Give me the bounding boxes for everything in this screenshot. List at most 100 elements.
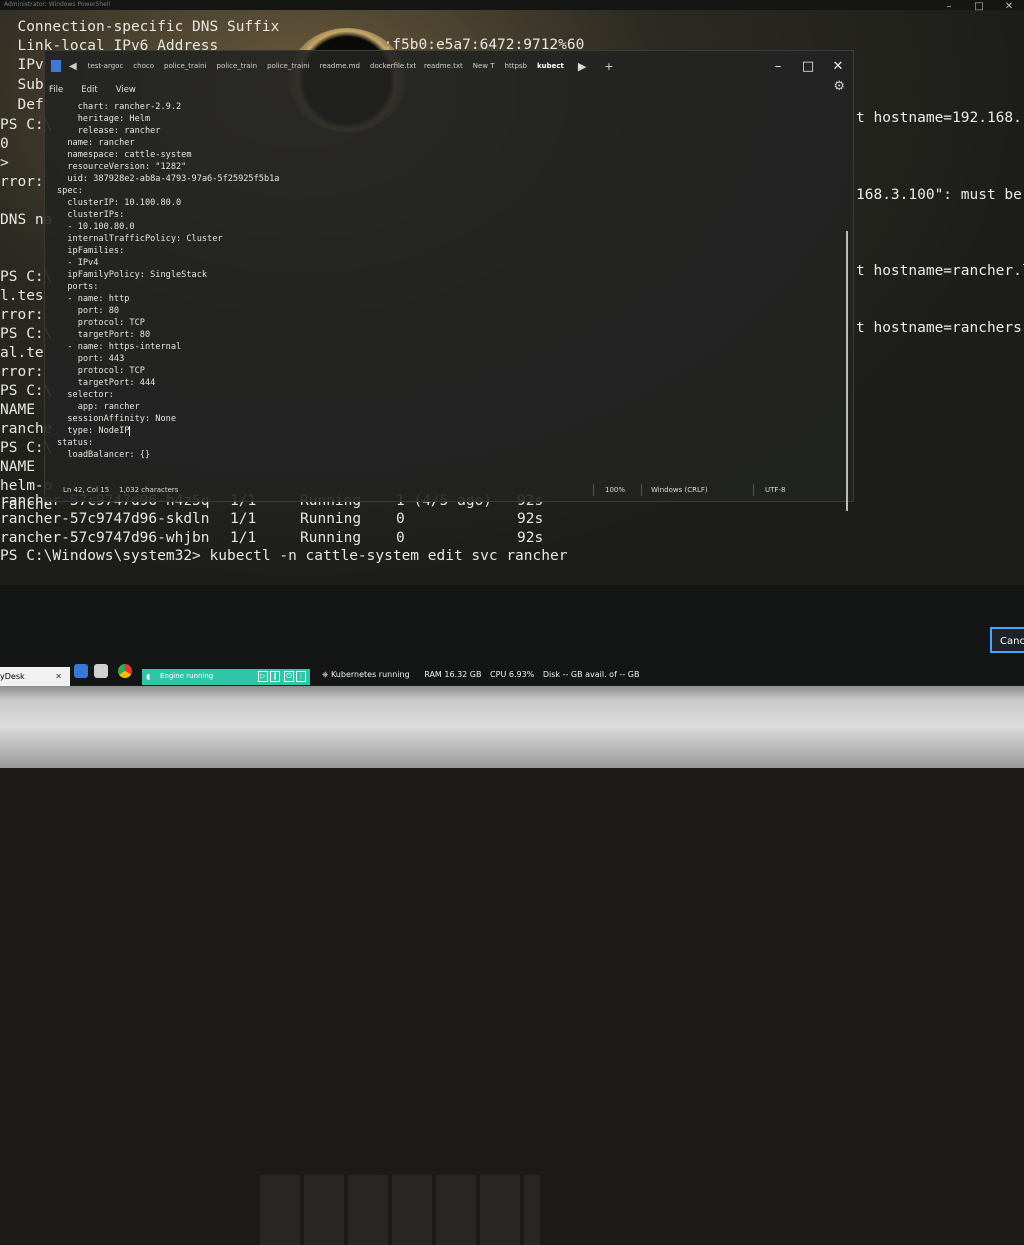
tab-police-training-2[interactable]: police_train	[212, 62, 263, 70]
code-line-cursor: type: NodeIP	[57, 425, 131, 437]
ps-right-line: t hostname=rancher.l	[856, 263, 1024, 279]
kubernetes-status-text: Kubernetes running	[330, 670, 410, 679]
status-divider	[641, 484, 642, 496]
cpu-usage: CPU 6.93%	[490, 670, 535, 679]
menu-view[interactable]: View	[116, 85, 136, 95]
ps-line: al.te	[0, 345, 44, 361]
ps-line: rror:	[0, 364, 44, 380]
pod-ready: 1/1	[230, 530, 257, 546]
ps-line: 0	[0, 136, 9, 152]
encoding[interactable]: UTF-8	[765, 486, 785, 494]
menu-file[interactable]: File	[49, 85, 63, 95]
pod-status: Running	[300, 511, 362, 527]
tab-readme-md[interactable]: readme.md	[315, 62, 365, 70]
tab-test-argoc[interactable]: test-argoc	[83, 62, 129, 70]
maximize-button[interactable]: □	[964, 0, 994, 14]
ps-right-line: t hostname=ranchers.	[856, 320, 1024, 336]
tab-bar: ◀ test-argoc choco police_traini police_…	[45, 51, 853, 81]
notepad-window-controls: – □ ✕	[763, 59, 853, 74]
tab-kubectl[interactable]: kubect	[532, 62, 569, 70]
menu-bar: File Edit View	[49, 85, 136, 95]
kubernetes-status: ⎈ Kubernetes running	[322, 670, 410, 679]
minimize-button[interactable]: –	[934, 0, 964, 14]
new-tab-button[interactable]: +	[604, 60, 613, 73]
ps-line: IPv	[0, 57, 44, 73]
code-line: ipFamilies:	[57, 246, 125, 256]
pod-age: 92s	[517, 511, 544, 527]
pod-restarts: 0	[396, 530, 405, 546]
pause-icon[interactable]: ‖	[270, 671, 280, 682]
tab-police-training-3[interactable]: police_traini	[262, 62, 315, 70]
tab-httpsb[interactable]: httpsb	[500, 62, 532, 70]
tab-readme-txt[interactable]: readme.txt	[419, 62, 468, 70]
code-line-text: type: NodeIP	[57, 426, 130, 436]
code-line: internalTrafficPolicy: Cluster	[57, 234, 223, 244]
text-editor[interactable]: chart: rancher-2.9.2 heritage: Helm rele…	[57, 101, 837, 481]
tab-scroll-right-icon[interactable]: ▶	[578, 60, 586, 73]
maximize-button[interactable]: □	[793, 59, 823, 74]
ps-line: NAME	[0, 459, 35, 475]
pod-restarts: 0	[396, 511, 405, 527]
code-line: port: 80	[57, 306, 120, 316]
disk-usage: Disk -- GB avail. of -- GB	[542, 670, 640, 679]
code-line: - name: https-internal	[57, 342, 182, 352]
code-line: port: 443	[57, 354, 125, 364]
code-line: app: rancher	[57, 402, 140, 412]
power-icon[interactable]: ⏻	[284, 671, 294, 682]
docker-engine-bar[interactable]: ◖ Engine running ▷ ‖ ⏻ ⋮	[142, 669, 310, 685]
code-line: heritage: Helm	[57, 114, 151, 124]
anydesk-tab[interactable]: yDesk ✕	[0, 667, 70, 686]
code-line: protocol: TCP	[57, 366, 145, 376]
command-line[interactable]: PS C:\Windows\system32> kubectl -n cattl…	[0, 547, 567, 565]
keyboard-reflection	[260, 1175, 540, 1245]
code-line: name: rancher	[57, 138, 135, 148]
tab-new-text[interactable]: New T	[468, 62, 500, 70]
tab-choco[interactable]: choco	[128, 62, 159, 70]
powershell-title: Administrator: Windows PowerShell	[0, 0, 1024, 10]
line-endings[interactable]: Windows (CRLF)	[651, 486, 708, 494]
ps-line: rror:	[0, 174, 44, 190]
ps-line: Connection-specific DNS Suffix	[0, 19, 280, 35]
zoom-level[interactable]: 100%	[605, 486, 625, 494]
ps-line: Def	[0, 97, 44, 113]
vertical-scrollbar[interactable]	[846, 231, 848, 511]
text-cursor	[129, 425, 131, 436]
play-icon[interactable]: ▷	[258, 671, 268, 682]
chrome-icon[interactable]	[118, 664, 132, 678]
code-line: - IPv4	[57, 258, 99, 268]
close-button[interactable]: ✕	[823, 59, 853, 74]
close-icon[interactable]: ✕	[55, 667, 62, 686]
taskbar-app-icon[interactable]	[74, 664, 88, 678]
code-line: ports:	[57, 282, 99, 292]
notepad-window[interactable]: ◀ test-argoc choco police_traini police_…	[44, 50, 854, 511]
code-line: status:	[57, 438, 94, 448]
more-icon[interactable]: ⋮	[296, 671, 306, 682]
cancel-button[interactable]: Canc	[990, 627, 1024, 653]
minimize-button[interactable]: –	[763, 59, 793, 74]
pod-name: rancher-57c9747d96-skdln	[0, 511, 210, 527]
close-button[interactable]: ✕	[994, 0, 1024, 14]
settings-gear-icon[interactable]: ⚙	[833, 79, 845, 94]
code-line: targetPort: 80	[57, 330, 151, 340]
ps-line: l.tes	[0, 288, 44, 304]
ps-right-line: t hostname=192.168.	[856, 110, 1022, 126]
file-explorer-icon[interactable]	[94, 664, 108, 678]
tab-scroll-left-icon[interactable]: ◀	[69, 61, 77, 72]
code-line: clusterIPs:	[57, 210, 125, 220]
monitor-screen: Administrator: Windows PowerShell – □ ✕ …	[0, 0, 1024, 585]
pod-name: rancher-57c9747d96-whjbn	[0, 530, 210, 546]
code-line: spec:	[57, 186, 83, 196]
laptop-bezel	[0, 686, 1024, 768]
docker-whale-icon: ◖	[146, 672, 151, 681]
pod-status: Running	[300, 530, 362, 546]
ps-right-line: 168.3.100": must be	[856, 187, 1022, 203]
engine-status: Engine running	[160, 672, 214, 680]
menu-edit[interactable]: Edit	[81, 85, 97, 95]
code-line: ipFamilyPolicy: SingleStack	[57, 270, 208, 280]
ps-line: >	[0, 155, 9, 171]
code-line: selector:	[57, 390, 114, 400]
tab-police-training-1[interactable]: police_traini	[159, 62, 212, 70]
tab-dockerfile[interactable]: dockerfile.txt	[365, 62, 419, 70]
code-line: release: rancher	[57, 126, 161, 136]
code-line: resourceVersion: "1282"	[57, 162, 187, 172]
